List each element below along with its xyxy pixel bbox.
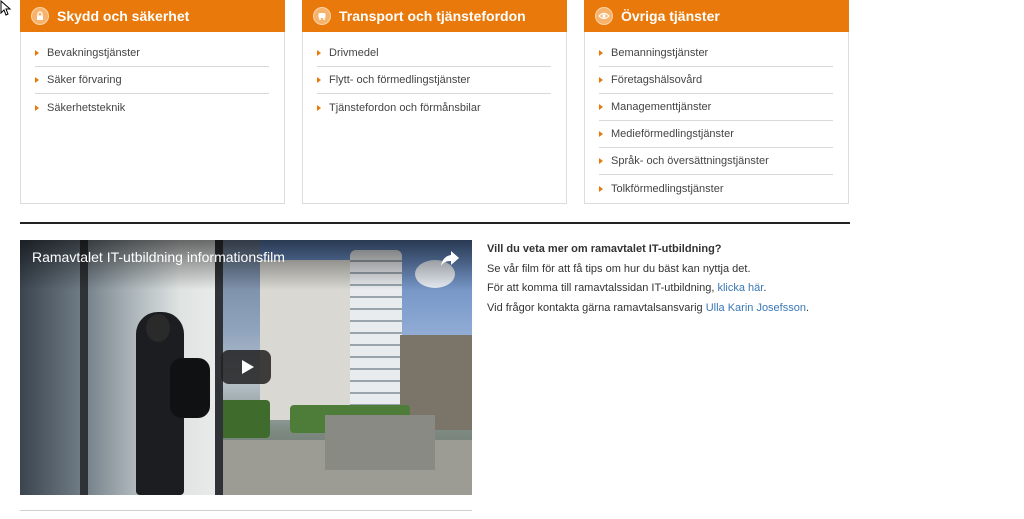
item-label[interactable]: Bemanningstjänster [611,47,708,59]
info-line: För att komma till ramavtalssidan IT-utb… [487,279,809,299]
play-icon [241,360,254,374]
info-text: Vid frågor kontakta gärna ramavtalsansva… [487,301,706,314]
item-label[interactable]: Tjänstefordon och förmånsbilar [329,102,481,114]
bottom-divider [20,510,472,511]
card-title: Övriga tjänster [621,8,720,24]
video-frame-wall [325,415,435,470]
video-frame-backpack [170,358,210,418]
item-label[interactable]: Flytt- och förmedlingstjänster [329,74,470,86]
video-frame-person-head [146,314,170,342]
list-item[interactable]: Säkerhetsteknik [35,94,269,121]
video-player[interactable]: Ramavtalet IT-utbildning informationsfil… [20,240,472,495]
bullet-arrow-icon [599,104,603,110]
list-item[interactable]: Medieförmedlingstjänster [599,121,833,148]
item-label[interactable]: Medieförmedlingstjänster [611,128,734,140]
category-card-security: Skydd och säkerhet Bevakningstjänster Sä… [20,0,285,204]
bullet-arrow-icon [599,185,603,192]
list-item[interactable]: Språk- och översättningstjänster [599,148,833,175]
item-label[interactable]: Drivmedel [329,47,379,59]
eye-icon [595,7,613,25]
section-divider [20,222,850,224]
card-title: Skydd och säkerhet [57,8,190,24]
card-title: Transport och tjänstefordon [339,8,526,24]
card-header[interactable]: Övriga tjänster [584,0,849,32]
list-item[interactable]: Företagshälsovård [599,67,833,94]
item-label[interactable]: Språk- och översättningstjänster [611,155,769,167]
item-label[interactable]: Företagshälsovård [611,74,702,86]
play-button[interactable] [221,350,271,384]
card-header[interactable]: Transport och tjänstefordon [302,0,567,32]
list-item[interactable]: Tolkförmedlingstjänster [599,175,833,202]
item-label[interactable]: Bevakningstjänster [47,47,140,59]
list-item[interactable]: Flytt- och förmedlingstjänster [317,67,551,94]
category-card-transport: Transport och tjänstefordon Drivmedel Fl… [302,0,567,204]
category-card-other: Övriga tjänster Bemanningstjänster Föret… [584,0,849,204]
list-item[interactable]: Tjänstefordon och förmånsbilar [317,94,551,121]
info-text: . [805,301,810,314]
item-label[interactable]: Tolkförmedlingstjänster [611,183,724,195]
bullet-arrow-icon [599,50,603,56]
list-item[interactable]: Drivmedel [317,40,551,67]
info-line: Vid frågor kontakta gärna ramavtalsansva… [487,299,809,319]
bullet-arrow-icon [599,131,603,137]
mouse-cursor-icon [0,0,12,16]
bus-icon [313,7,331,25]
bullet-arrow-icon [599,158,603,164]
video-title[interactable]: Ramavtalet IT-utbildning informationsfil… [32,249,285,265]
lock-icon [31,7,49,25]
info-line: Se vår film för att få tips om hur du bä… [487,262,751,275]
share-icon[interactable] [440,249,460,267]
info-text: För att komma till ramavtalssidan IT-utb… [487,282,718,294]
list-item[interactable]: Bemanningstjänster [599,40,833,67]
item-label[interactable]: Säkerhetsteknik [47,102,125,114]
card-header[interactable]: Skydd och säkerhet [20,0,285,32]
list-item[interactable]: Managementtjänster [599,94,833,121]
list-item[interactable]: Säker förvaring [35,67,269,94]
bullet-arrow-icon [317,50,321,56]
item-label[interactable]: Säker förvaring [47,74,122,86]
video-frame-hedge [215,400,270,438]
list-item[interactable]: Bevakningstjänster [35,40,269,67]
bullet-arrow-icon [317,77,321,83]
video-title-overlay [20,240,472,290]
framework-page-link[interactable]: klicka här [717,282,763,294]
bullet-arrow-icon [35,50,39,56]
bullet-arrow-icon [599,77,603,83]
info-question: Vill du veta mer om ramavtalet IT-utbild… [487,243,722,255]
video-info-text: Vill du veta mer om ramavtalet IT-utbild… [487,240,809,318]
info-text: . [763,282,767,294]
bullet-arrow-icon [35,77,39,83]
bullet-arrow-icon [35,104,39,111]
bullet-arrow-icon [317,104,321,111]
contact-person-link[interactable]: Ulla Karin Josefsson [706,302,806,314]
item-label[interactable]: Managementtjänster [611,101,711,113]
